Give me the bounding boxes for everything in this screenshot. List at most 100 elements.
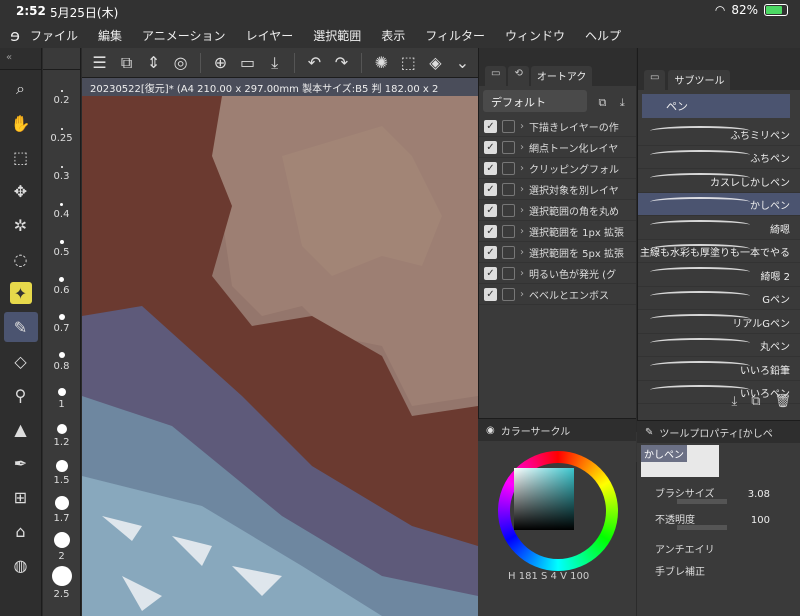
pen-group[interactable]: ペン bbox=[642, 94, 790, 118]
action-enabled-checkbox[interactable]: ✓ bbox=[484, 245, 497, 259]
chevron-right-icon[interactable]: › bbox=[520, 184, 524, 195]
drawing-canvas[interactable] bbox=[82, 96, 478, 616]
action-dialog-checkbox[interactable] bbox=[502, 140, 515, 154]
brush-size-item[interactable]: 1.2 bbox=[43, 412, 80, 450]
action-row[interactable]: ✓ › 選択範囲を 5px 拡張 bbox=[479, 242, 636, 263]
new-file-icon[interactable]: ⊕ bbox=[213, 53, 228, 72]
operation-tool-icon[interactable]: ⬚ bbox=[4, 142, 38, 172]
brush-size-item[interactable]: 0.2 bbox=[43, 70, 80, 108]
brush-size-value[interactable]: 3.08 bbox=[748, 489, 770, 500]
brush-item[interactable]: ふちペン bbox=[638, 146, 800, 169]
menu-selection[interactable]: 選択範囲 bbox=[313, 27, 361, 44]
action-row[interactable]: ✓ › 明るい色が発光 (グ bbox=[479, 263, 636, 284]
updown-icon[interactable]: ⇕ bbox=[146, 53, 161, 72]
menu-window[interactable]: ウィンドウ bbox=[505, 27, 565, 44]
eyedropper-tool-icon[interactable]: ⚲ bbox=[4, 380, 38, 410]
brush-tool-icon[interactable]: ✒ bbox=[4, 448, 38, 478]
brush-size-item[interactable]: 1.5 bbox=[43, 450, 80, 488]
eraser-tool-icon[interactable]: ◇ bbox=[4, 346, 38, 376]
menu-animation[interactable]: アニメーション bbox=[142, 27, 226, 44]
action-row[interactable]: ✓ › 下描きレイヤーの作 bbox=[479, 116, 636, 137]
saturation-value-square[interactable] bbox=[514, 468, 574, 530]
import-icon[interactable]: ⤓ bbox=[620, 96, 625, 109]
menu-layer[interactable]: レイヤー bbox=[246, 27, 294, 44]
edit-icon[interactable]: ⧉ bbox=[119, 53, 134, 73]
brush-size-item[interactable]: 2.5 bbox=[43, 564, 80, 602]
chevron-right-icon[interactable]: › bbox=[520, 163, 524, 174]
action-dialog-checkbox[interactable] bbox=[502, 245, 515, 259]
copy-icon[interactable]: ⧉ bbox=[599, 96, 607, 109]
loading-icon[interactable]: ✺ bbox=[374, 53, 389, 72]
menu-view[interactable]: 表示 bbox=[381, 27, 405, 44]
action-enabled-checkbox[interactable]: ✓ bbox=[484, 140, 497, 154]
spiral-icon[interactable]: ◎ bbox=[173, 53, 188, 72]
chevron-right-icon[interactable]: › bbox=[520, 247, 524, 258]
brush-size-item[interactable]: 0.3 bbox=[43, 146, 80, 184]
brush-item[interactable]: Gペン bbox=[638, 287, 800, 310]
action-dialog-checkbox[interactable] bbox=[502, 287, 515, 301]
open-folder-icon[interactable]: ▭ bbox=[240, 53, 255, 72]
action-dialog-checkbox[interactable] bbox=[502, 224, 515, 238]
action-enabled-checkbox[interactable]: ✓ bbox=[484, 161, 497, 175]
brush-size-item[interactable]: 0.7 bbox=[43, 298, 80, 336]
action-row[interactable]: ✓ › ベベルとエンボス bbox=[479, 284, 636, 305]
action-dialog-checkbox[interactable] bbox=[502, 182, 515, 196]
brush-size-item[interactable]: 1.7 bbox=[43, 488, 80, 526]
brush-size-item[interactable]: 0.25 bbox=[43, 108, 80, 146]
delete-icon[interactable]: 🗑 bbox=[774, 394, 791, 416]
opacity-value[interactable]: 100 bbox=[751, 515, 770, 526]
decoration-tool-icon[interactable]: ⊞ bbox=[4, 482, 38, 512]
move-tool-icon[interactable]: ✥ bbox=[4, 176, 38, 206]
brush-item[interactable]: カスレしかしペン bbox=[638, 169, 800, 193]
action-row[interactable]: ✓ › 選択対象を別レイヤ bbox=[479, 179, 636, 200]
chevron-down-icon[interactable]: ⌄ bbox=[455, 53, 470, 72]
chevron-right-icon[interactable]: › bbox=[520, 121, 524, 132]
figure-tool-icon[interactable]: ⌂ bbox=[4, 516, 38, 546]
menu-file[interactable]: ファイル bbox=[30, 27, 78, 44]
lasso-tool-icon[interactable]: ◌ bbox=[4, 244, 38, 274]
fill-tool-icon[interactable]: ▲ bbox=[4, 414, 38, 444]
brush-item[interactable]: リアルGペン bbox=[638, 310, 800, 334]
panel-tab-icon-1[interactable]: ▭ bbox=[485, 66, 507, 86]
fill-icon[interactable]: ◈ bbox=[428, 53, 443, 72]
magic-wand-icon[interactable]: ✲ bbox=[4, 210, 38, 240]
panel-tab-icon-3[interactable]: ▭ bbox=[644, 70, 666, 90]
chevron-right-icon[interactable]: › bbox=[520, 289, 524, 300]
brush-size-item[interactable]: 2 bbox=[43, 526, 80, 564]
brush-size-item[interactable]: 0.8 bbox=[43, 336, 80, 374]
brush-item[interactable]: 綺嗯 bbox=[638, 216, 800, 240]
menu-edit[interactable]: 編集 bbox=[98, 27, 122, 44]
brush-size-slider[interactable] bbox=[677, 499, 727, 504]
action-enabled-checkbox[interactable]: ✓ bbox=[484, 119, 497, 133]
action-row[interactable]: ✓ › クリッピングフォル bbox=[479, 158, 636, 179]
chevron-right-icon[interactable]: › bbox=[520, 142, 524, 153]
panel-tab-icon-2[interactable]: ⟲ bbox=[508, 66, 529, 86]
action-dialog-checkbox[interactable] bbox=[502, 161, 515, 175]
brush-size-item[interactable]: 0.4 bbox=[43, 184, 80, 222]
panel-collapse-icon[interactable]: « bbox=[0, 48, 41, 70]
tab-sub-tool[interactable]: サブツール bbox=[668, 70, 731, 90]
download-icon[interactable]: ⤓ bbox=[731, 394, 737, 416]
action-dialog-checkbox[interactable] bbox=[502, 203, 515, 217]
hand-tool-icon[interactable]: ✋ bbox=[4, 108, 38, 138]
brush-item[interactable]: ふちミリペン bbox=[638, 122, 800, 146]
pen-tool-icon[interactable]: ✎ bbox=[3, 312, 38, 342]
canvas-tab[interactable]: 20230522[復元]* (A4 210.00 x 297.00mm 製本サイ… bbox=[82, 78, 478, 96]
action-enabled-checkbox[interactable]: ✓ bbox=[484, 182, 497, 196]
action-row[interactable]: ✓ › 選択範囲の角を丸め bbox=[479, 200, 636, 221]
action-enabled-checkbox[interactable]: ✓ bbox=[484, 287, 497, 301]
menu-icon[interactable]: ☰ bbox=[92, 53, 107, 72]
action-dialog-checkbox[interactable] bbox=[502, 266, 515, 280]
chevron-right-icon[interactable]: › bbox=[520, 268, 524, 279]
redo-icon[interactable]: ↷ bbox=[334, 53, 349, 72]
selection-icon[interactable]: ⬚ bbox=[401, 53, 416, 72]
duplicate-icon[interactable]: ⧉ bbox=[751, 394, 760, 416]
undo-icon[interactable]: ↶ bbox=[307, 53, 322, 72]
brush-item[interactable]: 主線も水彩も厚塗りも一本でやる bbox=[638, 240, 800, 263]
chevron-right-icon[interactable]: › bbox=[520, 226, 524, 237]
brush-item[interactable]: かしペン bbox=[638, 192, 800, 216]
brush-size-item[interactable]: 0.6 bbox=[43, 260, 80, 298]
action-set-select[interactable]: デフォルト bbox=[483, 90, 587, 112]
blend-tool-icon[interactable]: ◍ bbox=[4, 550, 38, 580]
opacity-slider[interactable] bbox=[677, 525, 727, 530]
